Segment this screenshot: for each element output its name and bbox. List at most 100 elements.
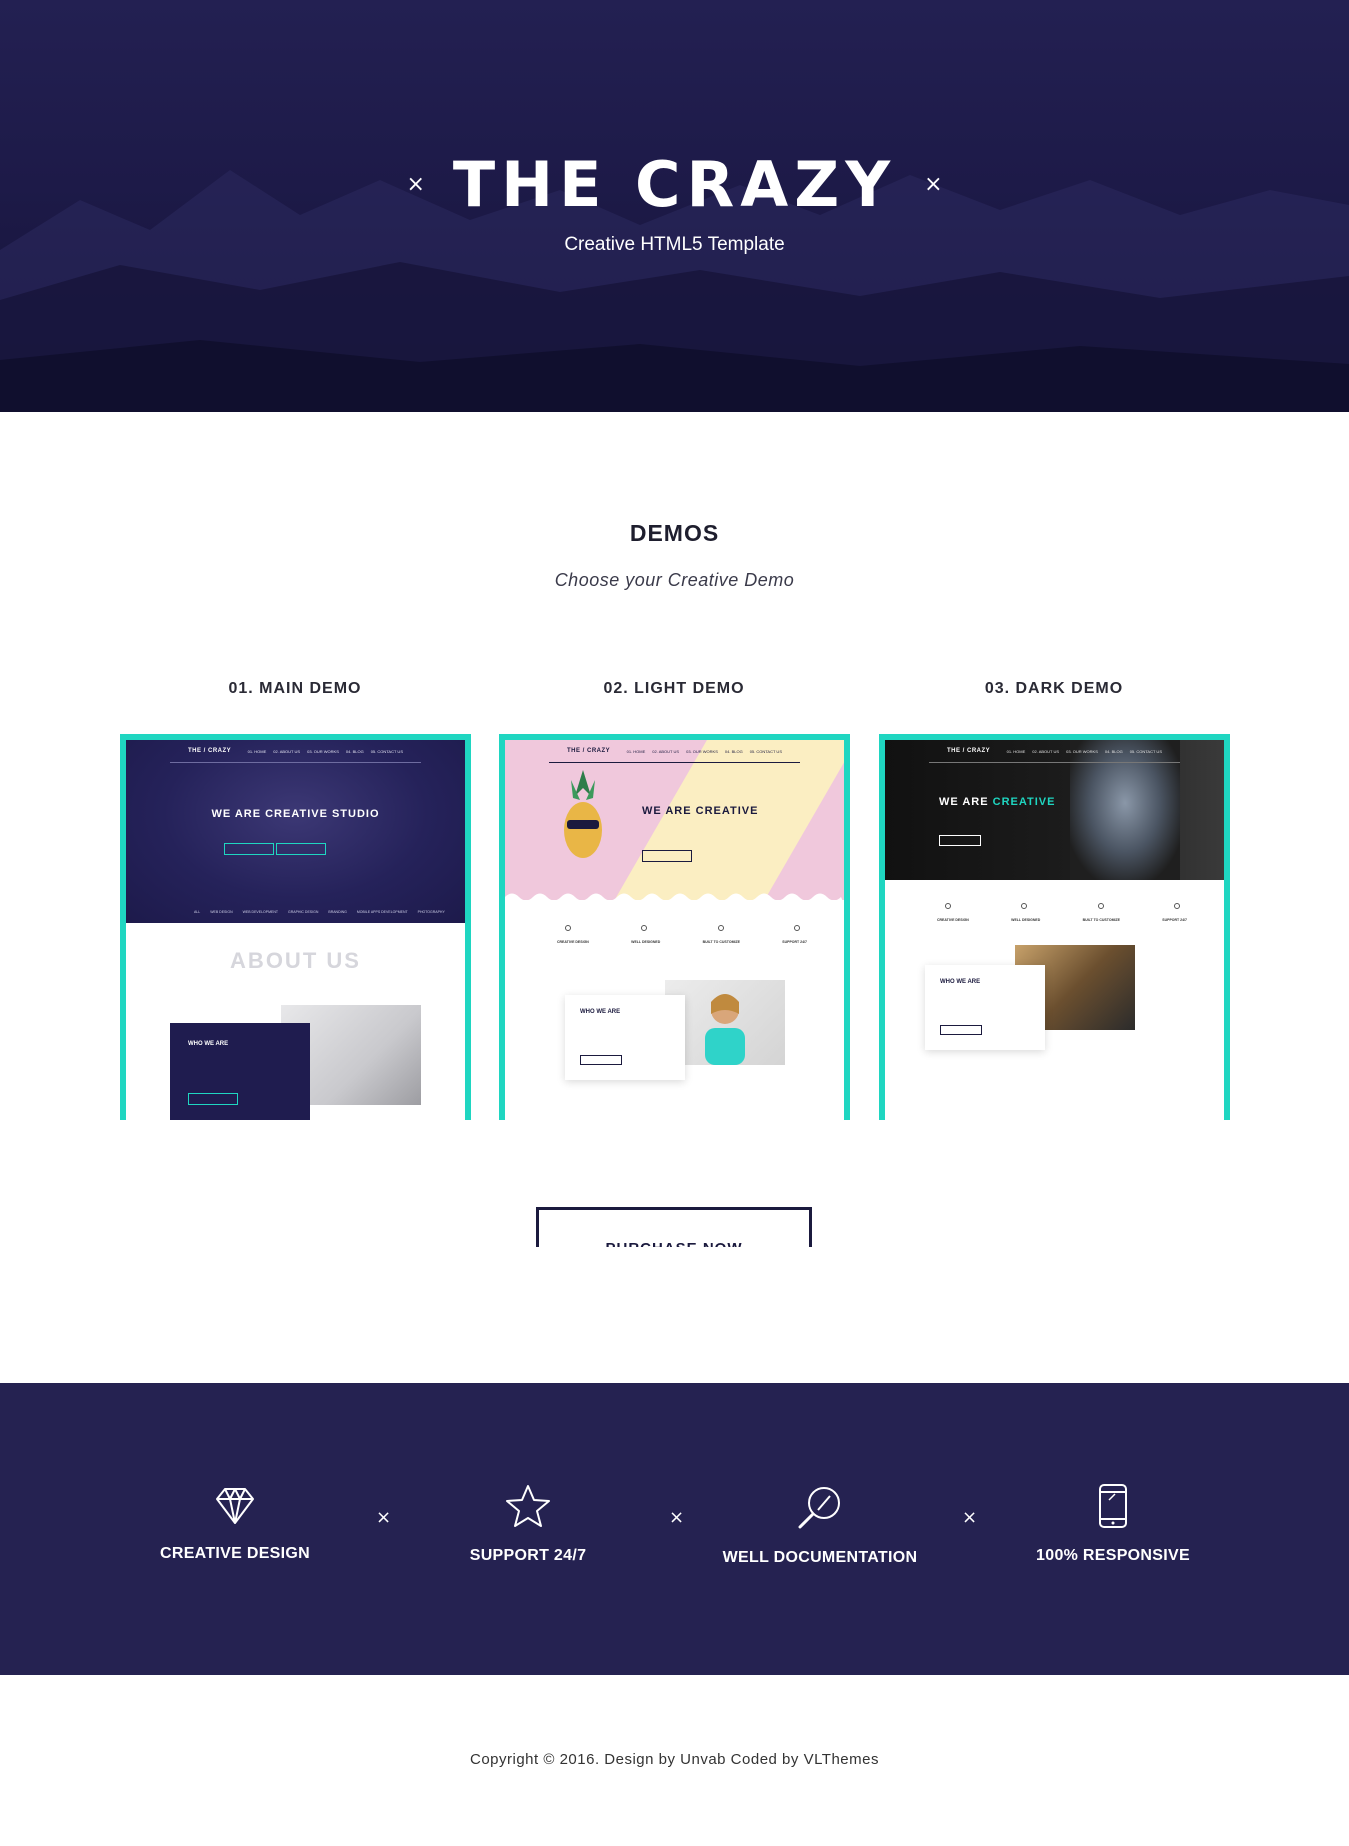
demo-preview-feature: BUILT TO CUSTOMIZE xyxy=(1082,918,1120,922)
demo-preview-button xyxy=(580,1055,622,1065)
demo-preview-nav-item: 04. BLOG xyxy=(724,749,743,754)
demo-preview-filter: WEB DEVELOPMENT xyxy=(242,910,279,914)
demo-preview-feature: CREATIVE DESIGN xyxy=(557,940,589,944)
diamond-icon xyxy=(216,1488,254,1524)
feature-label: 100% RESPONSIVE xyxy=(1036,1547,1190,1564)
star-icon xyxy=(1173,903,1180,909)
footer-copyright: Copyright © 2016. Design by Unvab Coded … xyxy=(470,1751,879,1768)
demo-preview-logo: THE / CRAZY xyxy=(947,748,991,754)
pineapple-icon xyxy=(564,770,602,858)
demo-preview-nav: THE / CRAZY 01. HOME 02. ABOUT US 03. OU… xyxy=(505,740,844,762)
demo-preview-box-title: WHO WE ARE xyxy=(188,1041,229,1047)
divider xyxy=(170,762,421,763)
demo-preview-nav-item: 05. CONTACT US xyxy=(749,749,782,754)
demo-label-dark[interactable]: 03. DARK DEMO xyxy=(879,680,1229,698)
feature-label: CREATIVE DESIGN xyxy=(160,1545,310,1562)
demo-preview-nav-item: 02. ABOUT US xyxy=(1032,749,1060,754)
magnifier-icon xyxy=(1021,903,1028,909)
demo-preview-info-box: WHO WE ARE xyxy=(170,1023,310,1120)
demo-preview-nav-item: 02. ABOUT US xyxy=(652,749,680,754)
demo-preview-nav-item: 05. CONTACT US xyxy=(370,749,403,754)
demo-preview-button xyxy=(276,843,326,855)
demo-preview-nav-item: 04. BLOG xyxy=(345,749,364,754)
gear-icon xyxy=(717,925,724,931)
demo-preview-filter: ALL xyxy=(194,910,201,914)
magnifier-icon xyxy=(641,925,648,931)
demo-preview-feature: WELL DESIGNED xyxy=(631,940,661,944)
close-icon: × xyxy=(924,172,943,197)
gear-icon xyxy=(1097,903,1104,909)
demo-preview-nav-item: 04. BLOG xyxy=(1104,749,1123,754)
demos-title: DEMOS xyxy=(629,520,720,546)
demo-preview-feature: BUILT TO CUSTOMIZE xyxy=(702,940,740,944)
demo-preview-filter: MOBILE APPS DEVELOPMENT xyxy=(356,910,408,914)
demo-preview-button xyxy=(642,850,692,862)
demo-preview-headline: WE ARE CREATIVE STUDIO xyxy=(211,808,380,820)
demo-preview-nav: THE / CRAZY 01. HOME 02. ABOUT US 03. OU… xyxy=(885,740,1224,762)
demo-preview-nav-item: 03. OUR WORKS xyxy=(1066,749,1098,754)
demos-subtitle: Choose your Creative Demo xyxy=(554,570,795,590)
pin-icon xyxy=(945,903,951,909)
demo-preview-nav-item: 01. HOME xyxy=(1006,749,1026,754)
demo-preview-logo: THE / CRAZY xyxy=(188,748,232,754)
demo-preview-filter: WEB DESIGN xyxy=(210,910,233,914)
close-icon: × xyxy=(376,1507,392,1528)
feature-creative-design: CREATIVE DESIGN xyxy=(115,1483,355,1563)
demo-label-light[interactable]: 02. LIGHT DEMO xyxy=(499,680,849,698)
demo-card-dark[interactable]: THE / CRAZY 01. HOME 02. ABOUT US 03. OU… xyxy=(879,734,1230,1120)
features-band: CREATIVE DESIGN × SUPPORT 24/7 × WELL DO… xyxy=(0,1383,1349,1675)
demo-preview-nav-item: 03. OUR WORKS xyxy=(686,749,718,754)
divider xyxy=(929,762,1180,763)
demo-label-main[interactable]: 01. MAIN DEMO xyxy=(120,680,470,698)
smartphone-icon xyxy=(1099,1484,1127,1528)
magnifier-icon xyxy=(798,1487,840,1529)
demo-preview-nav-item: 01. HOME xyxy=(247,749,267,754)
demo-preview-button xyxy=(188,1093,238,1105)
feature-label: SUPPORT 24/7 xyxy=(469,1547,587,1564)
demo-preview-filter: GRAPHIC DESIGN xyxy=(288,910,319,914)
demo-preview-feature: SUPPORT 24/7 xyxy=(782,940,807,944)
feature-documentation: WELL DOCUMENTATION xyxy=(700,1483,940,1567)
demo-card-light[interactable]: THE / CRAZY 01. HOME 02. ABOUT US 03. OU… xyxy=(499,734,850,1120)
wave-divider xyxy=(505,893,844,904)
demo-card-main[interactable]: THE / CRAZY 01. HOME 02. ABOUT US 03. OU… xyxy=(120,734,471,1120)
demo-preview-nav-item: 02. ABOUT US xyxy=(273,749,301,754)
close-icon: × xyxy=(406,172,425,197)
divider xyxy=(549,762,800,763)
demo-preview-filter: PHOTOGRAPHY xyxy=(417,910,445,914)
purchase-button-wrapper: PURCHASE NOW xyxy=(536,1207,814,1247)
demo-preview-button xyxy=(939,835,981,846)
demo-preview-feature: WELL DESIGNED xyxy=(1011,918,1041,922)
demo-preview-nav-item: 01. HOME xyxy=(626,749,646,754)
demo-preview-hero: THE / CRAZY 01. HOME 02. ABOUT US 03. OU… xyxy=(505,740,844,900)
hero-title: THE CRAZY xyxy=(452,148,897,221)
star-icon xyxy=(793,925,800,931)
close-icon: × xyxy=(962,1507,978,1528)
demo-preview-button xyxy=(940,1025,982,1035)
feature-label: WELL DOCUMENTATION xyxy=(722,1549,918,1566)
demo-preview-feature: SUPPORT 24/7 xyxy=(1162,918,1187,922)
demo-preview-nav: THE / CRAZY 01. HOME 02. ABOUT US 03. OU… xyxy=(126,740,465,762)
demo-preview-info-box: WHO WE ARE xyxy=(565,995,685,1080)
pin-icon xyxy=(565,925,571,931)
star-icon xyxy=(506,1485,550,1527)
demo-preview-box-title: WHO WE ARE xyxy=(940,979,981,985)
hero-banner: × THE CRAZY × Creative HTML5 Template xyxy=(0,0,1349,412)
demo-preview-hero: THE / CRAZY 01. HOME 02. ABOUT US 03. OU… xyxy=(126,740,465,923)
close-icon: × xyxy=(669,1507,685,1528)
headline-accent: CREATIVE xyxy=(992,796,1056,808)
demo-preview-box-title: WHO WE ARE xyxy=(580,1009,621,1015)
demo-preview-headline: WE ARE CREATIVE xyxy=(642,805,759,817)
demo-preview-filter: BRANDING xyxy=(328,910,347,914)
purchase-now-button[interactable]: PURCHASE NOW xyxy=(536,1207,812,1247)
feature-support: SUPPORT 24/7 xyxy=(408,1483,648,1565)
demo-preview-feature: CREATIVE DESIGN xyxy=(937,918,969,922)
demo-preview-info-box: WHO WE ARE xyxy=(925,965,1045,1050)
demo-preview-button xyxy=(224,843,274,855)
demo-preview-logo: THE / CRAZY xyxy=(567,748,611,754)
demo-preview-stripe xyxy=(585,740,844,900)
demo-preview-section-title: ABOUT US xyxy=(230,948,361,973)
hero-subtitle: Creative HTML5 Template xyxy=(564,234,785,255)
demo-preview-hero: THE / CRAZY 01. HOME 02. ABOUT US 03. OU… xyxy=(885,740,1224,880)
feature-responsive: 100% RESPONSIVE xyxy=(993,1483,1233,1565)
